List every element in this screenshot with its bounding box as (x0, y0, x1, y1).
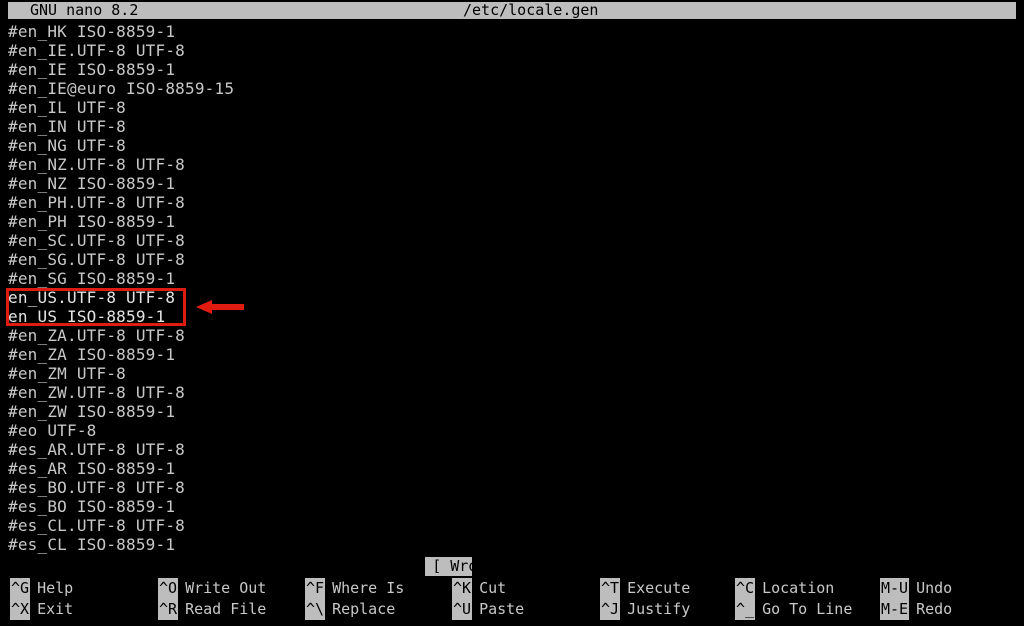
editor-line[interactable]: #en_ZA ISO-8859-1 (8, 345, 175, 364)
editor-line[interactable]: #es_AR.UTF-8 UTF-8 (8, 440, 185, 459)
editor-line[interactable]: #en_ZM UTF-8 (8, 364, 126, 383)
editor-line[interactable]: #en_SG.UTF-8 UTF-8 (8, 250, 185, 269)
nano-terminal-screen: GNU nano 8.2 /etc/locale.gen #en_HK ISO-… (0, 0, 1024, 626)
shortcut-key: ^U (452, 599, 473, 620)
app-name-label: GNU nano 8.2 (30, 1, 139, 19)
shortcut-item-write-out[interactable]: ^O Write Out (158, 578, 266, 599)
editor-line[interactable]: #en_IE@euro ISO-8859-15 (8, 79, 234, 98)
editor-line[interactable]: #es_AR ISO-8859-1 (8, 459, 175, 478)
shortcut-column: ^G Help ^X Exit (10, 576, 160, 626)
shortcut-key: M-U (880, 578, 910, 599)
editor-line[interactable]: #es_CL ISO-8859-1 (8, 535, 175, 554)
shortcut-key: ^\ (305, 599, 326, 620)
shortcut-label: Location (762, 579, 835, 597)
editor-line[interactable]: #en_HK ISO-8859-1 (8, 22, 175, 41)
shortcut-label: Replace (332, 600, 396, 618)
shortcut-key: ^G (10, 578, 31, 599)
shortcut-column: ^F Where Is ^\ Replace (305, 576, 455, 626)
shortcut-item-go-to-line[interactable]: ^_ Go To Line (735, 599, 852, 620)
shortcut-column: ^C Location ^_ Go To Line (735, 576, 885, 626)
shortcut-label: Execute (627, 579, 691, 597)
editor-line[interactable]: en_US ISO-8859-1 (8, 307, 165, 326)
shortcut-key: ^K (452, 578, 473, 599)
editor-line[interactable]: #en_PH ISO-8859-1 (8, 212, 175, 231)
editor-line[interactable]: #en_NG UTF-8 (8, 136, 126, 155)
shortcut-item-exit[interactable]: ^X Exit (10, 599, 73, 620)
shortcut-item-replace[interactable]: ^\ Replace (305, 599, 395, 620)
shortcut-item-location[interactable]: ^C Location (735, 578, 834, 599)
shortcut-column: ^K Cut ^U Paste (452, 576, 602, 626)
shortcut-item-justify[interactable]: ^J Justify (600, 599, 690, 620)
filename-label: /etc/locale.gen (463, 1, 599, 19)
shortcut-column: ^O Write Out ^R Read File (158, 576, 308, 626)
title-bar: GNU nano 8.2 /etc/locale.gen (0, 0, 1024, 19)
status-overlap-block (472, 557, 612, 578)
shortcut-key: ^O (158, 578, 179, 599)
shortcut-label: Undo (916, 579, 953, 597)
editor-line[interactable]: #en_IE.UTF-8 UTF-8 (8, 41, 185, 60)
editor-line[interactable]: en_US.UTF-8 UTF-8 (8, 288, 175, 307)
shortcut-key: ^X (10, 599, 31, 620)
shortcut-item-paste[interactable]: ^U Paste (452, 599, 524, 620)
shortcut-label: Cut (479, 579, 507, 597)
editor-line[interactable]: #en_NZ.UTF-8 UTF-8 (8, 155, 185, 174)
editor-line[interactable]: #en_SC.UTF-8 UTF-8 (8, 231, 185, 250)
editor-line[interactable]: #en_IL UTF-8 (8, 98, 126, 117)
editor-line[interactable]: #es_BO.UTF-8 UTF-8 (8, 478, 185, 497)
editor-line[interactable]: #eo UTF-8 (8, 421, 97, 440)
shortcut-item-redo[interactable]: M-E Redo (880, 599, 952, 620)
shortcut-item-undo[interactable]: M-U Undo (880, 578, 952, 599)
shortcut-item-read-file[interactable]: ^R Read File (158, 599, 266, 620)
editor-line[interactable]: #en_ZW.UTF-8 UTF-8 (8, 383, 185, 402)
editor-line[interactable]: #en_PH.UTF-8 UTF-8 (8, 193, 185, 212)
shortcut-key: ^T (600, 578, 621, 599)
editor-line[interactable]: #en_ZA.UTF-8 UTF-8 (8, 326, 185, 345)
editor-line[interactable]: #en_IN UTF-8 (8, 117, 126, 136)
shortcut-key: ^_ (735, 599, 756, 620)
shortcut-key: ^C (735, 578, 756, 599)
shortcut-column: M-U Undo M-E Redo (880, 576, 1024, 626)
shortcut-label: Go To Line (762, 600, 853, 618)
editor-line[interactable]: #es_BO ISO-8859-1 (8, 497, 175, 516)
shortcut-label: Redo (916, 600, 953, 618)
editor-line[interactable]: #en_NZ ISO-8859-1 (8, 174, 175, 193)
editor-content-area[interactable]: #en_HK ISO-8859-1 #en_IE.UTF-8 UTF-8 #en_I… (0, 22, 1024, 555)
shortcut-label: Where Is (332, 579, 405, 597)
shortcut-item-execute[interactable]: ^T Execute (600, 578, 690, 599)
shortcut-key-bar: ^G Help ^X Exit ^O Write Out ^R Read File ^F Wher… (0, 557, 1024, 626)
shortcut-label: Exit (37, 600, 74, 618)
shortcut-label: Read File (185, 600, 267, 618)
shortcut-label: Write Out (185, 579, 267, 597)
shortcut-key: ^J (600, 599, 621, 620)
title-bar-background: GNU nano 8.2 /etc/locale.gen (8, 2, 1016, 19)
shortcut-key: ^R (158, 599, 179, 620)
editor-line[interactable]: #es_CL.UTF-8 UTF-8 (8, 516, 185, 535)
shortcut-item-help[interactable]: ^G Help (10, 578, 73, 599)
shortcut-column: ^T Execute ^J Justify (600, 576, 750, 626)
shortcut-label: Justify (627, 600, 691, 618)
shortcut-key: M-E (880, 599, 910, 620)
shortcut-label: Paste (479, 600, 525, 618)
shortcut-item-cut[interactable]: ^K Cut (452, 578, 506, 599)
shortcut-label: Help (37, 579, 74, 597)
shortcut-key: ^F (305, 578, 326, 599)
editor-line[interactable]: #en_IE ISO-8859-1 (8, 60, 175, 79)
editor-line[interactable]: #en_SG ISO-8859-1 (8, 269, 175, 288)
arrow-annotation-icon (196, 300, 244, 314)
shortcut-item-where-is[interactable]: ^F Where Is (305, 578, 404, 599)
editor-line[interactable]: #en_ZW ISO-8859-1 (8, 402, 175, 421)
